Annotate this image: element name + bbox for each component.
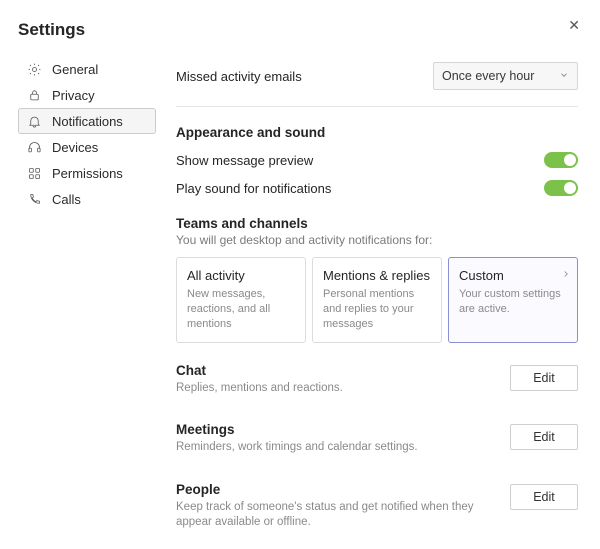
headset-icon: [26, 139, 42, 155]
sidebar-item-label: Permissions: [52, 166, 123, 181]
apps-icon: [26, 165, 42, 181]
card-title: Custom: [459, 268, 567, 283]
chat-sub: Replies, mentions and reactions.: [176, 381, 502, 397]
card-sub: New messages, reactions, and all mention…: [187, 287, 295, 332]
people-edit-button[interactable]: Edit: [510, 484, 578, 510]
sidebar-item-general[interactable]: General: [18, 56, 156, 82]
sidebar-item-calls[interactable]: Calls: [18, 186, 156, 212]
sidebar-item-label: Calls: [52, 192, 81, 207]
sidebar-item-label: Devices: [52, 140, 98, 155]
main-panel: Missed activity emails Once every hour A…: [176, 56, 582, 549]
card-custom[interactable]: Custom Your custom settings are active.: [448, 257, 578, 343]
page-title: Settings: [18, 20, 582, 40]
sidebar-item-permissions[interactable]: Permissions: [18, 160, 156, 186]
teams-subheading: You will get desktop and activity notifi…: [176, 233, 578, 247]
bell-icon: [26, 113, 42, 129]
sidebar-item-privacy[interactable]: Privacy: [18, 82, 156, 108]
card-mentions-replies[interactable]: Mentions & replies Personal mentions and…: [312, 257, 442, 343]
show-preview-toggle[interactable]: [544, 152, 578, 168]
sidebar-item-label: General: [52, 62, 98, 77]
sidebar-item-label: Notifications: [52, 114, 123, 129]
people-sub: Keep track of someone's status and get n…: [176, 500, 502, 531]
chevron-down-icon: [559, 69, 569, 83]
meetings-edit-button[interactable]: Edit: [510, 424, 578, 450]
divider: [176, 106, 578, 107]
show-preview-label: Show message preview: [176, 153, 313, 168]
missed-activity-label: Missed activity emails: [176, 69, 302, 84]
card-title: Mentions & replies: [323, 268, 431, 283]
lock-icon: [26, 87, 42, 103]
play-sound-toggle[interactable]: [544, 180, 578, 196]
teams-heading: Teams and channels: [176, 216, 578, 231]
sidebar: General Privacy Notifications Devices: [18, 56, 156, 549]
chat-edit-button[interactable]: Edit: [510, 365, 578, 391]
card-title: All activity: [187, 268, 295, 283]
sidebar-item-label: Privacy: [52, 88, 95, 103]
sidebar-item-notifications[interactable]: Notifications: [18, 108, 156, 134]
play-sound-label: Play sound for notifications: [176, 181, 331, 196]
people-heading: People: [176, 482, 502, 497]
meetings-heading: Meetings: [176, 422, 502, 437]
meetings-sub: Reminders, work timings and calendar set…: [176, 440, 502, 456]
card-sub: Personal mentions and replies to your me…: [323, 287, 431, 332]
phone-icon: [26, 191, 42, 207]
card-sub: Your custom settings are active.: [459, 287, 567, 317]
missed-activity-dropdown[interactable]: Once every hour: [433, 62, 578, 90]
dropdown-value: Once every hour: [442, 69, 534, 83]
gear-icon: [26, 61, 42, 77]
chat-heading: Chat: [176, 363, 502, 378]
sidebar-item-devices[interactable]: Devices: [18, 134, 156, 160]
appearance-heading: Appearance and sound: [176, 125, 578, 140]
card-all-activity[interactable]: All activity New messages, reactions, an…: [176, 257, 306, 343]
close-icon[interactable]: ✕: [568, 18, 580, 32]
chevron-right-icon: [561, 268, 571, 282]
